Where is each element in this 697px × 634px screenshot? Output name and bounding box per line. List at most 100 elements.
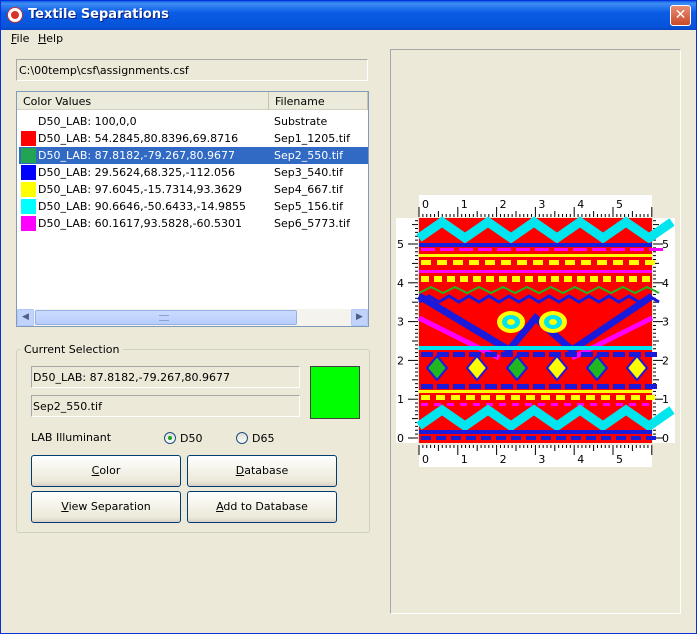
textile-dash [616, 403, 623, 406]
radio-label-d50: D50 [180, 432, 203, 445]
y-tick-label: 2 [397, 354, 404, 367]
selected-file-field: Sep2_550.tif [31, 395, 300, 417]
cell-filename: Sep6_5773.tif [274, 217, 350, 230]
color-swatch [21, 216, 36, 231]
column-filename[interactable]: Filename [269, 92, 368, 110]
radio-dot-d50[interactable] [164, 432, 176, 444]
x-tick-label: 3 [538, 453, 545, 466]
cell-color-value: D50_LAB: 90.6646,-50.6433,-14.9855 [38, 200, 247, 213]
textile-dash [459, 248, 473, 251]
textile-dash [538, 276, 546, 282]
textile-dash [631, 395, 640, 400]
preview-canvas: 0 0 1 1 2 2 3 3 4 4 5 5 5 5 4 4 3 3 2 2 1 1 0 0 [396, 195, 675, 467]
textile-dash [501, 260, 511, 265]
close-button[interactable]: ✕ [670, 5, 691, 26]
textile-dash [437, 384, 449, 389]
textile-dash [535, 248, 549, 251]
textile-dash [629, 260, 639, 265]
textile-dash [473, 276, 481, 282]
title-bar[interactable]: Textile Separations ✕ [1, 1, 696, 30]
textile-dash [590, 276, 598, 282]
textile-dash [565, 352, 577, 357]
textile-dash [460, 276, 468, 282]
textile-dash [616, 436, 626, 440]
y-tick-label: 3 [397, 316, 404, 329]
textile-dash [573, 248, 587, 251]
textile-dash [447, 276, 455, 282]
textile-dash [549, 260, 559, 265]
textile-band [419, 430, 652, 434]
textile-dash [466, 395, 475, 400]
textile-dash [421, 276, 429, 282]
color-button[interactable]: Color [31, 455, 181, 487]
horizontal-scrollbar[interactable]: ◀ ▶ [17, 309, 368, 326]
textile-dash [421, 260, 431, 265]
textile-dash [421, 395, 430, 400]
textile-dash [517, 384, 529, 389]
separations-list[interactable]: Color Values Filename D50_LAB: 100,0,0 Su… [16, 91, 369, 327]
list-item[interactable]: D50_LAB: 87.8182,-79.267,80.9677 Sep2_550… [19, 147, 368, 164]
textile-dash [421, 248, 435, 251]
textile-dash [597, 352, 609, 357]
left-ruler [396, 218, 418, 443]
textile-dash [538, 403, 545, 406]
list-item[interactable]: D50_LAB: 29.5624,68.325,-112.056 Sep3_540… [19, 164, 368, 181]
textile-dash [646, 395, 655, 400]
textile-dash [616, 276, 624, 282]
scroll-right-icon[interactable]: ▶ [351, 309, 368, 326]
radio-dot-d65[interactable] [236, 432, 248, 444]
cell-filename: Sep2_550.tif [274, 149, 343, 162]
textile-dash [533, 352, 545, 357]
column-color-values[interactable]: Color Values [17, 92, 269, 110]
y-tick-label: 4 [662, 277, 669, 290]
textile-eye-pupil [549, 319, 557, 325]
menu-file[interactable]: File [11, 32, 29, 45]
window-title: Textile Separations [28, 7, 169, 22]
textile-dash [551, 403, 558, 406]
textile-dash [586, 395, 595, 400]
textile-dash [481, 395, 490, 400]
textile-dash [466, 436, 476, 440]
y-tick-label: 0 [397, 432, 404, 445]
textile-dash [525, 276, 533, 282]
cell-filename: Sep3_540.tif [274, 166, 343, 179]
textile-dash [629, 276, 637, 282]
textile-dash [581, 384, 593, 389]
x-tick-label: 5 [616, 198, 623, 211]
list-item[interactable]: D50_LAB: 90.6646,-50.6433,-14.9855 Sep5_1… [19, 198, 368, 215]
scroll-left-icon[interactable]: ◀ [17, 309, 34, 326]
view-separation-button[interactable]: View Separation [31, 491, 181, 523]
cell-color-value: D50_LAB: 100,0,0 [38, 115, 137, 128]
list-item[interactable]: D50_LAB: 54.2845,80.8396,69.8716 Sep1_120… [19, 130, 368, 147]
cell-color-value: D50_LAB: 60.1617,93.5828,-60.5301 [38, 217, 243, 230]
color-preview-swatch [310, 366, 360, 419]
textile-dash [469, 260, 479, 265]
textile-dash [469, 384, 481, 389]
cell-color-value: D50_LAB: 54.2845,80.8396,69.8716 [38, 132, 239, 145]
textile-dash [564, 276, 572, 282]
list-item[interactable]: D50_LAB: 60.1617,93.5828,-60.5301 Sep6_57… [19, 215, 368, 232]
textile-dash [497, 248, 511, 251]
x-tick-label: 4 [577, 453, 584, 466]
y-tick-label: 4 [397, 277, 404, 290]
textile-dash [460, 403, 467, 406]
textile-dash [611, 248, 625, 251]
add-to-database-button[interactable]: Add to Database [187, 491, 337, 523]
textile-dash [421, 384, 433, 389]
list-item[interactable]: D50_LAB: 97.6045,-15.7314,93.3629 Sep4_66… [19, 181, 368, 198]
list-header: Color Values Filename [17, 92, 368, 110]
database-button[interactable]: Database [187, 455, 337, 487]
textile-dash [453, 260, 463, 265]
textile-dash [551, 276, 559, 282]
y-tick-label: 5 [662, 238, 669, 251]
color-swatch [21, 182, 36, 197]
menu-help[interactable]: Help [38, 32, 63, 45]
x-tick-label: 1 [461, 198, 468, 211]
scroll-thumb[interactable] [35, 310, 297, 325]
list-item[interactable]: D50_LAB: 100,0,0 Substrate [19, 113, 368, 130]
textile-dash [629, 352, 641, 357]
y-tick-label: 1 [662, 393, 669, 406]
textile-dash [496, 436, 506, 440]
textile-dash [469, 352, 481, 357]
y-tick-label: 5 [397, 238, 404, 251]
